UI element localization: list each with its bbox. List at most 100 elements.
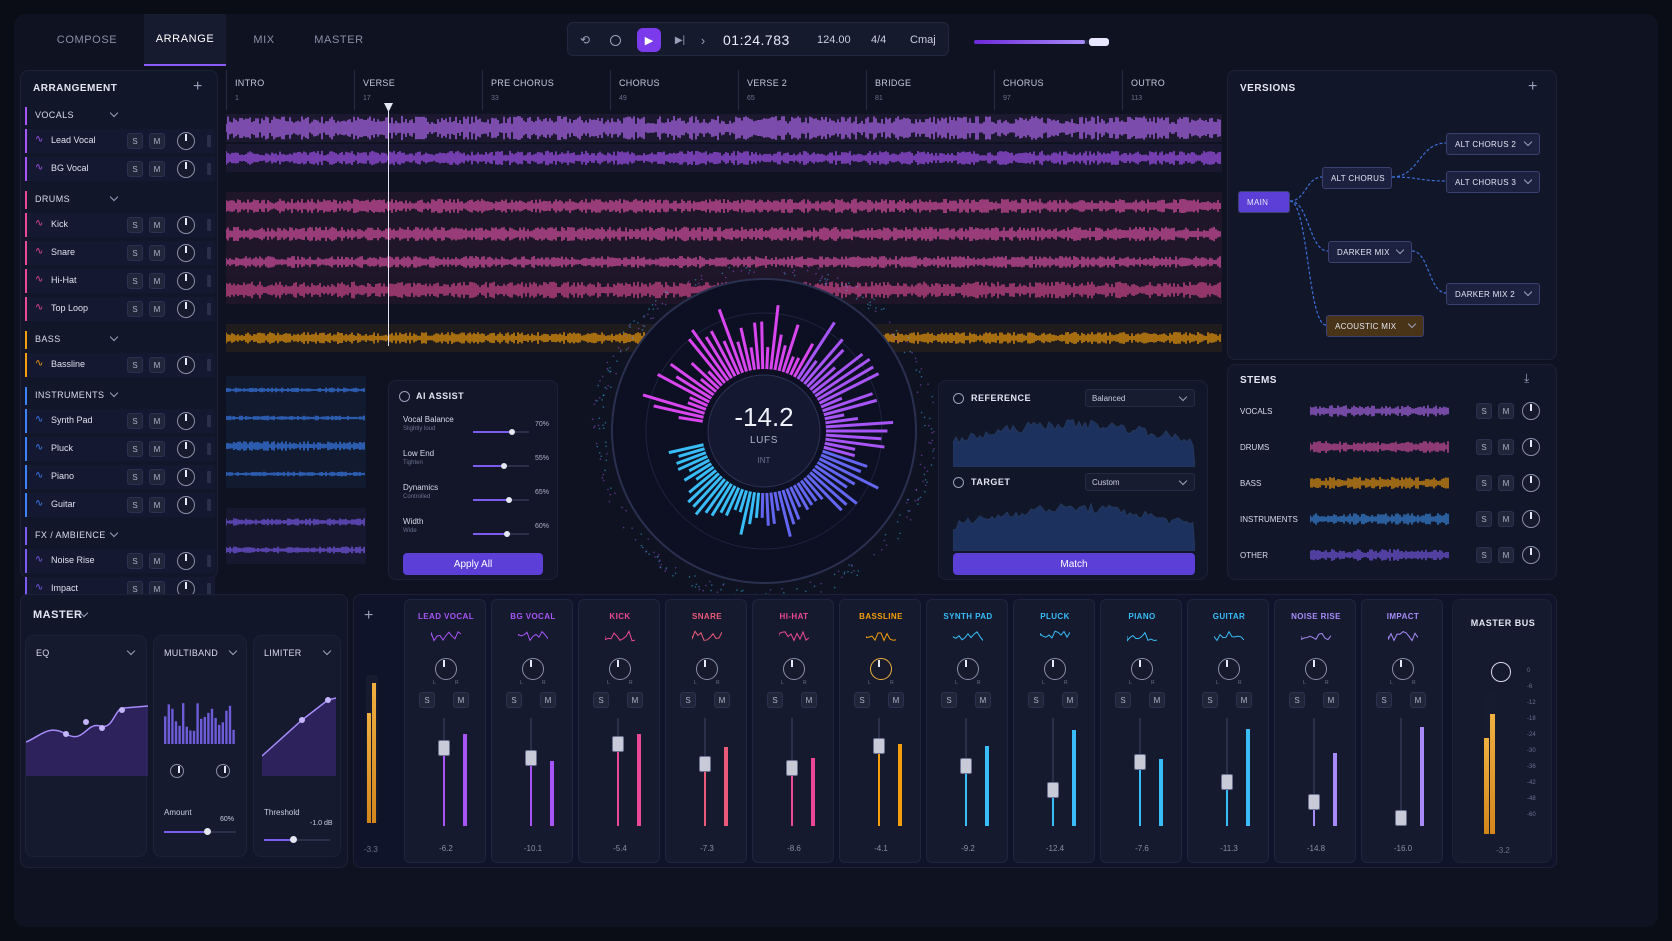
stopwatch-icon[interactable] — [1491, 662, 1511, 682]
pan-knob[interactable] — [1305, 658, 1327, 680]
solo-button[interactable]: S — [1476, 547, 1492, 563]
fader-handle[interactable] — [786, 760, 798, 776]
fader-handle[interactable] — [960, 758, 972, 774]
ai-param-handle[interactable] — [500, 463, 507, 469]
limiter-module[interactable]: LIMITER Threshold -1.0 dB — [253, 635, 341, 857]
mute-button[interactable]: M — [1323, 692, 1339, 708]
pan-knob[interactable] — [957, 658, 979, 680]
fader-handle[interactable] — [1308, 794, 1320, 810]
eq-band-node[interactable] — [83, 719, 89, 725]
pan-knob[interactable] — [177, 356, 195, 374]
eq-band-node[interactable] — [99, 725, 105, 731]
fader-handle[interactable] — [612, 736, 624, 752]
multiband-knob-1[interactable] — [170, 764, 184, 778]
add-channel-icon[interactable]: + — [364, 607, 373, 625]
mute-button[interactable]: M — [1498, 439, 1514, 455]
track-row[interactable]: ∿ Snare S M — [25, 241, 215, 265]
section-marker[interactable]: CHORUS 49 — [610, 70, 738, 110]
solo-button[interactable]: S — [419, 692, 435, 708]
version-node[interactable]: ACOUSTIC MIX — [1326, 315, 1424, 337]
tab-master[interactable]: MASTER — [304, 14, 374, 66]
ai-param-handle[interactable] — [509, 429, 516, 435]
version-node[interactable]: MAIN — [1238, 191, 1290, 213]
ai-param-slider[interactable] — [473, 497, 529, 503]
section-marker[interactable]: CHORUS 97 — [994, 70, 1122, 110]
solo-button[interactable]: S — [854, 692, 870, 708]
section-marker[interactable]: BRIDGE 81 — [866, 70, 994, 110]
chevron-down-icon[interactable] — [126, 646, 136, 656]
limiter-node[interactable] — [299, 717, 305, 723]
pan-knob[interactable] — [435, 658, 457, 680]
play-button[interactable]: ▶ — [637, 28, 661, 52]
key-display[interactable]: Cmaj — [910, 34, 936, 46]
fader-handle[interactable] — [525, 750, 537, 766]
master-progress-knob[interactable] — [1089, 38, 1109, 46]
chevron-down-icon[interactable] — [322, 646, 332, 656]
solo-button[interactable]: S — [127, 357, 143, 373]
stem-knob[interactable] — [1522, 546, 1540, 564]
mute-button[interactable]: M — [1498, 475, 1514, 491]
master-progress[interactable] — [974, 38, 1109, 46]
track-row[interactable]: ∿ Piano S M — [25, 465, 215, 489]
mute-button[interactable]: M — [1410, 692, 1426, 708]
solo-button[interactable]: S — [1476, 511, 1492, 527]
record-icon[interactable] — [606, 31, 624, 49]
mute-button[interactable]: M — [975, 692, 991, 708]
reference-preset-select[interactable]: Balanced — [1085, 389, 1195, 407]
section-marker[interactable]: OUTRO 113 — [1122, 70, 1222, 110]
group-header[interactable]: DRUMS — [25, 191, 215, 209]
pan-knob[interactable] — [177, 552, 195, 570]
solo-button[interactable]: S — [1476, 475, 1492, 491]
pan-knob[interactable] — [870, 658, 892, 680]
meter-display[interactable]: 4/4 — [871, 34, 886, 46]
solo-button[interactable]: S — [1476, 403, 1492, 419]
pan-knob[interactable] — [522, 658, 544, 680]
match-button[interactable]: Match — [953, 553, 1195, 575]
mute-button[interactable]: M — [1498, 547, 1514, 563]
solo-button[interactable]: S — [127, 497, 143, 513]
add-icon[interactable]: + — [193, 78, 202, 96]
mute-button[interactable]: M — [149, 357, 165, 373]
ai-param-slider[interactable] — [473, 429, 529, 435]
section-marker[interactable]: VERSE 2 65 — [738, 70, 866, 110]
pan-knob[interactable] — [177, 216, 195, 234]
pan-knob[interactable] — [177, 468, 195, 486]
eq-curve[interactable] — [26, 686, 148, 776]
mute-button[interactable]: M — [1062, 692, 1078, 708]
solo-button[interactable]: S — [1476, 439, 1492, 455]
fader-handle[interactable] — [873, 738, 885, 754]
limiter-node[interactable] — [325, 697, 331, 703]
chevron-down-icon[interactable] — [1523, 175, 1533, 185]
eq-band-node[interactable] — [63, 731, 69, 737]
track-row[interactable]: ∿ Noise Rise S M — [25, 549, 215, 573]
section-marker[interactable]: PRE CHORUS 33 — [482, 70, 610, 110]
bpm-display[interactable]: 124.00 — [817, 34, 851, 46]
solo-button[interactable]: S — [506, 692, 522, 708]
track-row[interactable]: ∿ BG Vocal S M — [25, 157, 215, 181]
solo-button[interactable]: S — [1202, 692, 1218, 708]
eq-module[interactable]: EQ — [25, 635, 148, 857]
fader-handle[interactable] — [438, 740, 450, 756]
playhead[interactable] — [388, 106, 389, 346]
pan-knob[interactable] — [177, 272, 195, 290]
mute-button[interactable]: M — [149, 161, 165, 177]
mute-button[interactable]: M — [149, 469, 165, 485]
version-node[interactable]: ALT CHORUS 2 — [1446, 133, 1540, 155]
fader-handle[interactable] — [699, 756, 711, 772]
chevron-down-icon[interactable] — [1523, 287, 1533, 297]
track-row[interactable]: ∿ Guitar S M — [25, 493, 215, 517]
mute-button[interactable]: M — [888, 692, 904, 708]
group-header[interactable]: BASS — [25, 331, 215, 349]
chevron-down-icon[interactable] — [1395, 245, 1405, 255]
pan-knob[interactable] — [609, 658, 631, 680]
pan-knob[interactable] — [696, 658, 718, 680]
mute-button[interactable]: M — [540, 692, 556, 708]
group-header[interactable]: FX / AMBIENCE — [25, 527, 215, 545]
mute-button[interactable]: M — [149, 553, 165, 569]
track-row[interactable]: ∿ Lead Vocal S M — [25, 129, 215, 153]
section-marker[interactable]: INTRO 1 — [226, 70, 354, 110]
fader-handle[interactable] — [1395, 810, 1407, 826]
section-marker[interactable]: VERSE 17 — [354, 70, 482, 110]
track-row[interactable]: ∿ Kick S M — [25, 213, 215, 237]
chevron-down-icon[interactable] — [1523, 137, 1533, 147]
